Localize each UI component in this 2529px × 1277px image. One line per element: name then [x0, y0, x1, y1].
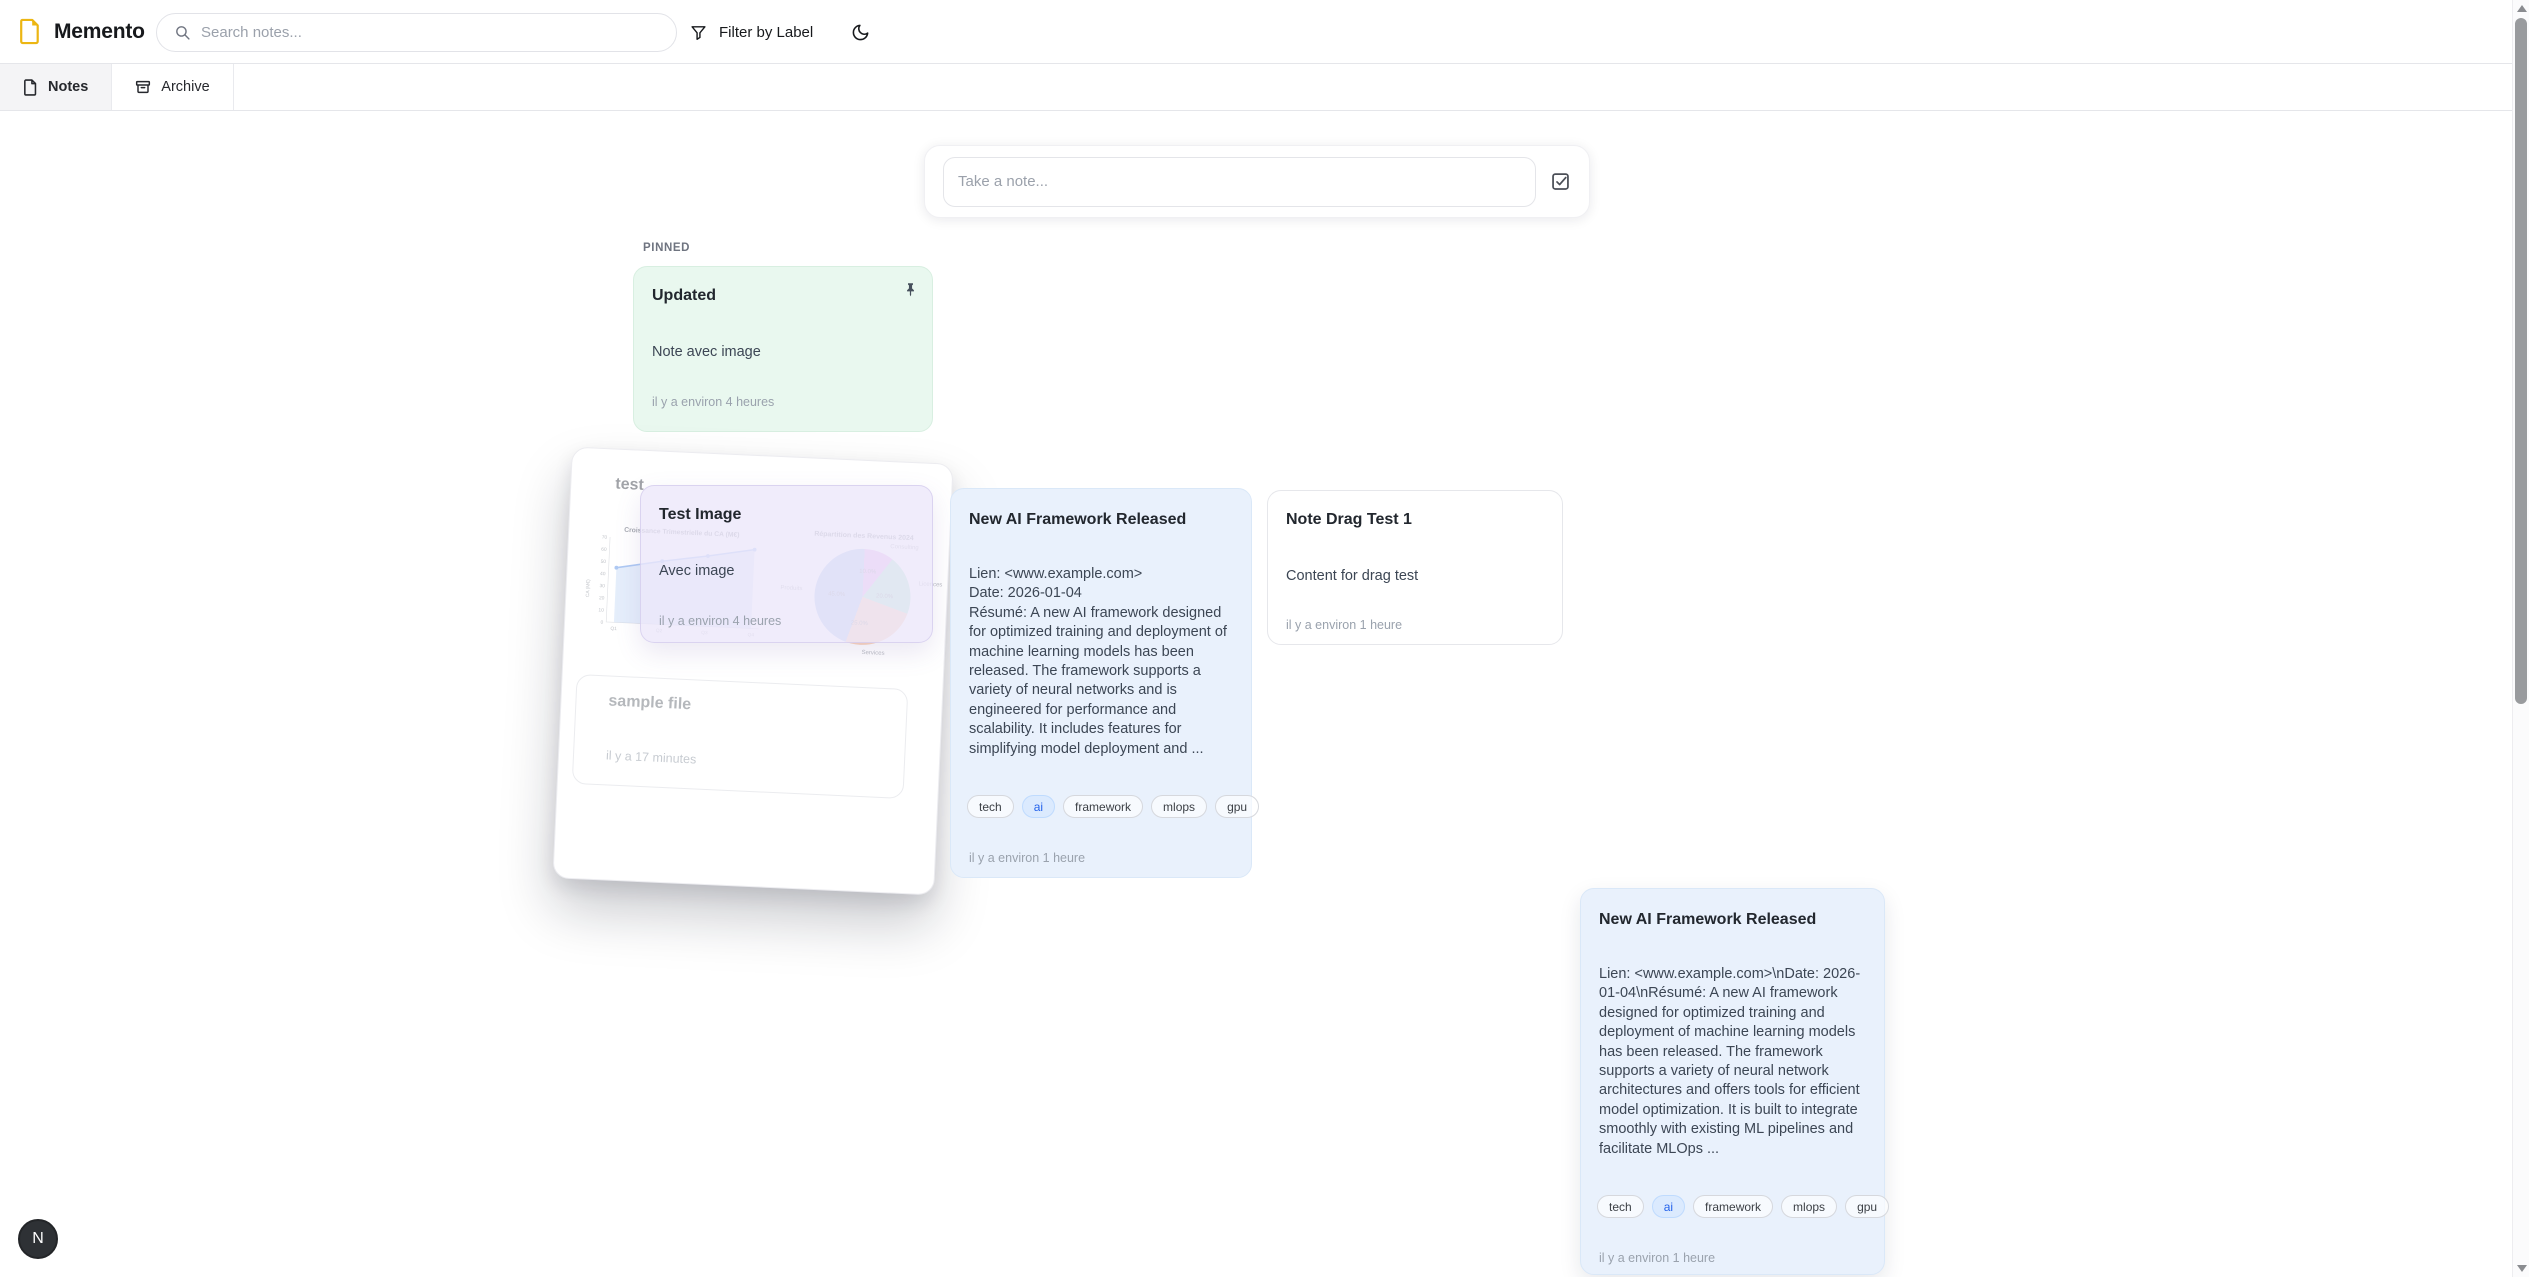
app-logo: Memento [19, 18, 145, 45]
note-card-drag-test-1[interactable]: Note Drag Test 1 Content for drag test i… [1267, 490, 1563, 645]
tag-gpu[interactable]: gpu [1215, 795, 1259, 818]
note-body: Content for drag test [1286, 567, 1546, 586]
dragged-note-title: test [615, 476, 644, 495]
note-title: sample file [608, 692, 691, 714]
note-card-ai-framework-drag-preview[interactable]: New AI Framework Released Lien: <www.exa… [1580, 888, 1885, 1275]
filter-by-label-text: Filter by Label [719, 24, 813, 41]
tag-framework[interactable]: framework [1063, 795, 1143, 818]
line-chart-yticks: 0 10 20 30 40 50 60 70 [598, 535, 608, 626]
note-timestamp: il y a environ 4 heures [652, 395, 774, 409]
scrollbar-thumb[interactable] [2515, 18, 2527, 704]
vertical-scrollbar [2512, 0, 2529, 1277]
pinned-section-label: PINNED [643, 242, 690, 254]
svg-text:40: 40 [600, 571, 606, 577]
svg-text:30: 30 [599, 583, 605, 589]
note-title: Note Drag Test 1 [1286, 511, 1522, 529]
note-timestamp: il y a environ 1 heure [969, 851, 1085, 865]
take-a-note-input[interactable] [943, 157, 1536, 207]
moon-icon [851, 23, 870, 42]
tag-ai[interactable]: ai [1652, 1195, 1685, 1218]
tab-notes-label: Notes [48, 79, 88, 95]
svg-text:50: 50 [601, 559, 607, 565]
document-icon [19, 18, 41, 45]
tag-framework[interactable]: framework [1693, 1195, 1773, 1218]
svg-text:10: 10 [598, 607, 604, 613]
avatar-initial: N [32, 1230, 44, 1248]
note-composer [924, 145, 1590, 218]
memento-app: Memento Filter by Label [0, 0, 2529, 1277]
line-chart-ylabel: CA (M€) [585, 579, 592, 597]
tag-ai[interactable]: ai [1022, 795, 1055, 818]
header: Memento Filter by Label [0, 0, 2529, 64]
tag-mlops[interactable]: mlops [1781, 1195, 1837, 1218]
pin-icon [903, 281, 918, 298]
scroll-up-arrow[interactable] [2517, 5, 2527, 12]
funnel-icon [690, 24, 707, 41]
note-title: Updated [652, 287, 892, 305]
search-bar [156, 13, 677, 52]
note-title: Test Image [659, 506, 892, 524]
note-body: Lien: <www.example.com> Date: 2026-01-04… [969, 565, 1235, 759]
user-avatar[interactable]: N [18, 1219, 58, 1259]
magnifier-icon [174, 24, 191, 41]
unpin-button[interactable] [903, 281, 918, 298]
tab-archive[interactable]: Archive [112, 64, 233, 110]
svg-text:20: 20 [599, 595, 605, 601]
svg-text:Q1: Q1 [610, 626, 617, 632]
new-checklist-button[interactable] [1550, 171, 1571, 192]
note-body: Lien: <www.example.com>\nDate: 2026-01-0… [1599, 965, 1868, 1159]
tag-list: tech ai framework mlops gpu [1597, 1195, 1889, 1218]
note-timestamp: il y a 17 minutes [606, 748, 697, 766]
checkbox-icon [1550, 171, 1571, 192]
note-timestamp: il y a environ 4 heures [659, 614, 781, 628]
note-card-updated[interactable]: Updated Note avec image il y a environ 4… [633, 266, 933, 432]
tab-bar: Notes Archive [0, 64, 2529, 111]
tag-list: tech ai framework mlops gpu [967, 795, 1259, 818]
dragged-note-sample-file: sample file il y a 17 minutes [572, 674, 909, 799]
app-title: Memento [54, 20, 145, 44]
note-timestamp: il y a environ 1 heure [1599, 1251, 1715, 1265]
note-timestamp: il y a environ 1 heure [1286, 618, 1402, 632]
tab-notes[interactable]: Notes [0, 64, 112, 110]
svg-text:70: 70 [602, 535, 608, 541]
tag-tech[interactable]: tech [1597, 1195, 1644, 1218]
tag-gpu[interactable]: gpu [1845, 1195, 1889, 1218]
svg-text:60: 60 [601, 547, 607, 553]
note-body: Note avec image [652, 343, 916, 362]
archive-box-icon [135, 79, 151, 95]
note-file-icon [23, 79, 38, 96]
note-card-test-image[interactable]: Test Image Avec image il y a environ 4 h… [640, 485, 933, 643]
pie-label-services: Services [861, 650, 884, 657]
note-title: New AI Framework Released [969, 511, 1211, 529]
svg-text:0: 0 [600, 620, 603, 626]
note-body: Avec image [659, 562, 916, 581]
note-title: New AI Framework Released [1599, 911, 1844, 929]
tab-archive-label: Archive [161, 79, 209, 95]
note-card-ai-framework[interactable]: New AI Framework Released Lien: <www.exa… [950, 488, 1252, 878]
theme-toggle-button[interactable] [840, 13, 880, 51]
tag-tech[interactable]: tech [967, 795, 1014, 818]
search-input[interactable] [201, 24, 676, 41]
tag-mlops[interactable]: mlops [1151, 795, 1207, 818]
filter-by-label-button[interactable]: Filter by Label [680, 13, 823, 51]
scroll-down-arrow[interactable] [2517, 1265, 2527, 1272]
